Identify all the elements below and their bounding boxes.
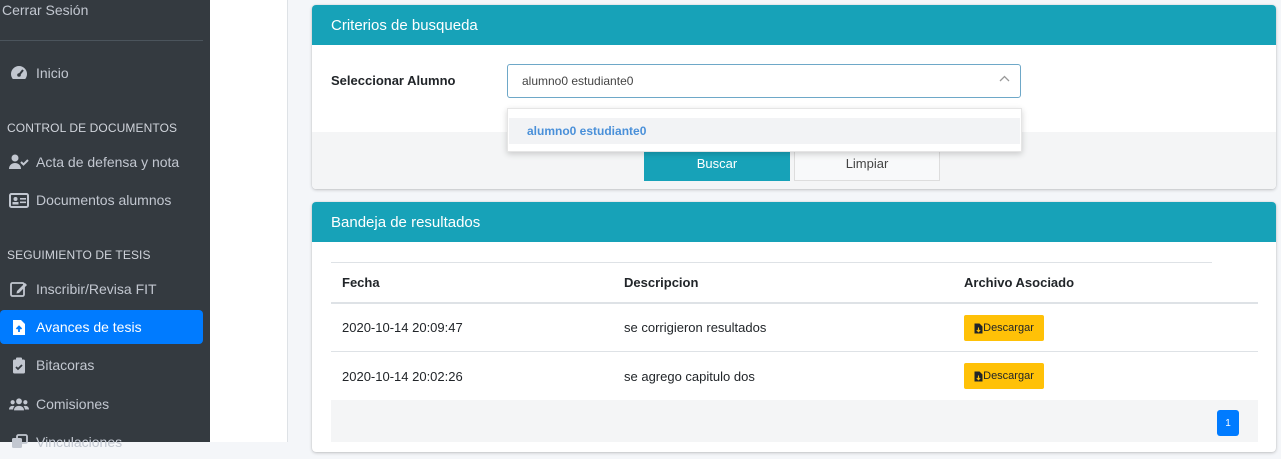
sidebar-item-vinculaciones[interactable]: Vinculaciones (0, 425, 203, 459)
table-header-border (331, 302, 1258, 304)
users-icon (9, 397, 29, 412)
cell-fecha: 2020-10-14 20:09:47 (342, 320, 463, 335)
chevron-up-icon (999, 74, 1010, 85)
column-header-descripcion: Descripcion (624, 275, 699, 290)
sidebar-item-label: Inscribir/Revisa FIT (36, 281, 157, 297)
sidebar-item-inicio[interactable]: Inicio (0, 56, 203, 90)
clipboard-check-icon (9, 357, 29, 374)
sidebar-header-documentos: CONTROL DE DOCUMENTOS (7, 121, 178, 135)
tachometer-icon (9, 65, 29, 81)
student-select[interactable]: alumno0 estudiante0 (507, 64, 1021, 98)
sidebar-item-label: Bitacoras (36, 357, 95, 373)
sidebar-item-label: Inicio (36, 65, 69, 81)
table-row-border (331, 351, 1258, 352)
sidebar-header-tesis: SEGUIMIENTO DE TESIS (7, 248, 151, 262)
sidebar-item-label: Acta de defensa y nota (36, 154, 180, 170)
user-check-icon (9, 154, 29, 170)
column-header-archivo: Archivo Asociado (964, 275, 1075, 290)
sidebar-item-inscribir[interactable]: Inscribir/Revisa FIT (0, 272, 203, 306)
student-select-value: alumno0 estudiante0 (522, 74, 634, 88)
page-button[interactable]: 1 (1217, 410, 1239, 436)
cell-descripcion: se agrego capitulo dos (624, 369, 755, 384)
results-card: Bandeja de resultados Fecha Descripcion … (312, 202, 1276, 452)
download-button[interactable]: Descargar (964, 363, 1044, 389)
sidebar-item-label: Avances de tesis (36, 319, 142, 335)
dropdown-option[interactable]: alumno0 estudiante0 (509, 118, 1020, 144)
file-upload-icon (9, 319, 29, 336)
sidebar-item-comisiones[interactable]: Comisiones (0, 387, 203, 421)
column-header-fecha: Fecha (342, 275, 380, 290)
download-button[interactable]: Descargar (964, 315, 1044, 341)
download-label: Descargar (983, 322, 1034, 334)
search-card: Criterios de busqueda Seleccionar Alumno… (312, 5, 1276, 189)
table-top-border (331, 262, 1212, 263)
results-card-title: Bandeja de resultados (331, 213, 481, 231)
sidebar-item-label: Vinculaciones (36, 434, 123, 450)
student-dropdown: alumno0 estudiante0 (507, 108, 1022, 152)
sidebar-divider (0, 40, 203, 41)
cell-descripcion: se corrigieron resultados (624, 320, 767, 335)
file-download-icon (974, 323, 983, 333)
sidebar-item-avances[interactable]: Avances de tesis (0, 310, 203, 344)
student-label: Seleccionar Alumno (331, 73, 456, 88)
logout-link[interactable]: Cerrar Sesión (2, 2, 88, 18)
search-card-title: Criterios de busqueda (331, 16, 478, 34)
download-label: Descargar (983, 370, 1034, 382)
sidebar-item-documentos[interactable]: Documentos alumnos (0, 183, 203, 217)
sidebar-item-acta[interactable]: Acta de defensa y nota (0, 145, 203, 179)
edit-icon (9, 281, 29, 297)
file-download-icon (974, 371, 983, 381)
results-card-header: Bandeja de resultados (312, 202, 1276, 242)
cell-fecha: 2020-10-14 20:02:26 (342, 369, 463, 384)
content-gutter (210, 0, 288, 442)
search-card-header: Criterios de busqueda (312, 5, 1276, 45)
sidebar: Cerrar Sesión Inicio CONTROL DE DOCUMENT… (0, 0, 210, 450)
id-card-icon (9, 192, 29, 208)
sidebar-item-bitacoras[interactable]: Bitacoras (0, 348, 203, 382)
sidebar-item-label: Documentos alumnos (36, 192, 172, 208)
sidebar-item-label: Comisiones (36, 396, 110, 412)
pagination-bar (331, 400, 1258, 442)
link-icon (9, 434, 29, 450)
